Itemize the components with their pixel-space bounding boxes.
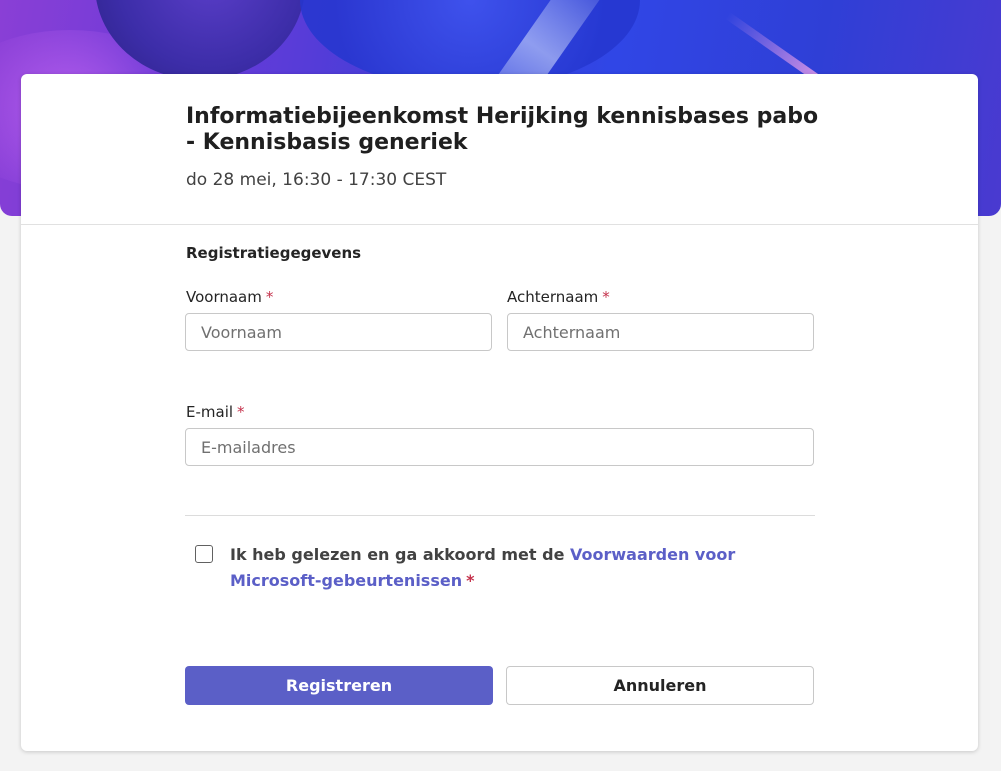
registration-card: Informatiebijeenkomst Herijking kennisba… <box>21 74 978 751</box>
terms-consent-text: Ik heb gelezen en ga akkoord met de Voor… <box>230 542 790 594</box>
event-header: Informatiebijeenkomst Herijking kennisba… <box>21 74 978 225</box>
first-name-input[interactable] <box>185 313 492 351</box>
email-input[interactable] <box>185 428 814 466</box>
last-name-input[interactable] <box>507 313 814 351</box>
event-title: Informatiebijeenkomst Herijking kennisba… <box>186 104 819 155</box>
divider <box>185 515 815 516</box>
email-label: E-mail * <box>186 403 245 421</box>
terms-consent-prefix: Ik heb gelezen en ga akkoord met de <box>230 545 570 564</box>
registration-page: Informatiebijeenkomst Herijking kennisba… <box>0 0 1001 771</box>
email-label-text: E-mail <box>186 403 234 421</box>
event-datetime: do 28 mei, 16:30 - 17:30 CEST <box>186 170 447 190</box>
register-button[interactable]: Registreren <box>185 666 493 705</box>
required-marker: * <box>265 288 274 306</box>
required-marker: * <box>237 403 245 421</box>
required-marker: * <box>466 571 475 590</box>
last-name-label-text: Achternaam <box>507 288 599 306</box>
required-marker: * <box>602 288 610 306</box>
first-name-label-text: Voornaam <box>186 288 262 306</box>
first-name-label: Voornaam * <box>186 288 273 306</box>
section-title: Registratiegegevens <box>186 244 362 262</box>
last-name-label: Achternaam * <box>507 288 610 306</box>
terms-checkbox[interactable] <box>195 545 213 563</box>
cancel-button[interactable]: Annuleren <box>506 666 814 705</box>
